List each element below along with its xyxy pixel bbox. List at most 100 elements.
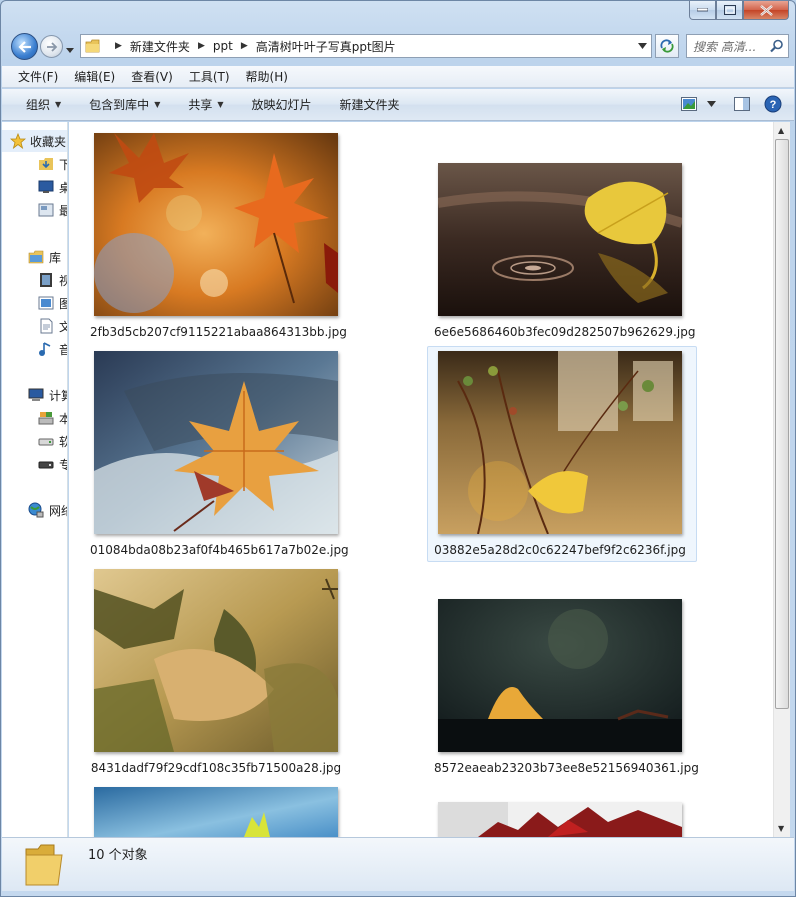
maximize-icon [723, 5, 736, 15]
menu-tools[interactable]: 工具(T) [181, 68, 238, 85]
share-label: 共享 [188, 98, 213, 112]
videos-icon [40, 273, 52, 287]
nav-desktop-label: 桌面 [59, 179, 67, 196]
thumbnail-red-maple [438, 802, 682, 837]
thumbnail-dark-leaf [438, 599, 682, 752]
back-button[interactable] [11, 33, 38, 60]
chevron-down-icon: ▼ [55, 100, 62, 109]
minimize-button[interactable] [689, 1, 716, 20]
star-icon [10, 133, 26, 149]
thumbnail-maple-on-rock [94, 351, 338, 534]
close-icon [759, 4, 773, 16]
share-button[interactable]: 共享 ▼ [174, 96, 237, 113]
search-input[interactable]: 搜索 高清... [686, 34, 789, 58]
menu-view[interactable]: 查看(V) [123, 68, 181, 85]
navigation-pane: 收藏夹 下载 桌面 最近访问的位置 库 视频 图片 文档 [2, 122, 68, 837]
scroll-up-arrow-icon[interactable]: ▲ [778, 126, 784, 135]
system-drive-icon [38, 412, 54, 425]
caption-buttons [689, 1, 789, 20]
forward-button[interactable] [40, 35, 63, 58]
include-in-library-button[interactable]: 包含到库中 ▼ [75, 96, 174, 113]
menu-file[interactable]: 文件(F) [10, 68, 66, 85]
file-list: 2fb3d5cb207cf9115221abaa864313bb.jpg 6e6… [69, 122, 773, 837]
explorer-window: ▶ 新建文件夹 ▶ ppt ▶ 高清树叶叶子写真ppt图片 搜索 高清... 文… [0, 0, 796, 897]
thumbnail-ginkgo-branch [438, 351, 682, 534]
nav-videos[interactable]: 视频 [38, 269, 67, 291]
thumbnail-dry-leaves [94, 569, 338, 752]
organize-button[interactable]: 组织 ▼ [12, 96, 75, 113]
chevron-down-icon [66, 48, 74, 53]
nav-computer-label: 计算机 [49, 388, 67, 403]
arrow-right-icon [46, 41, 57, 52]
nav-favorites[interactable]: 收藏夹 [2, 130, 67, 152]
drive-icon [38, 438, 54, 446]
menu-edit[interactable]: 编辑(E) [66, 68, 123, 85]
drive-icon [38, 461, 54, 469]
nav-recent[interactable]: 最近访问的位置 [38, 199, 67, 221]
view-dropdown-icon[interactable] [707, 101, 716, 107]
nav-documents-label: 文档 [59, 318, 67, 335]
address-bar[interactable]: ▶ 新建文件夹 ▶ ppt ▶ 高清树叶叶子写真ppt图片 [80, 34, 652, 58]
nav-libraries-label: 库 [49, 250, 62, 265]
search-icon[interactable] [770, 39, 784, 53]
file-name: 03882e5a28d2c0c62247bef9f2c6236f.jpg [434, 543, 686, 557]
breadcrumb-item[interactable]: ppt [213, 39, 233, 53]
scrollbar-thumb[interactable] [775, 139, 789, 709]
desktop-icon [38, 180, 54, 193]
vertical-scrollbar[interactable]: ▲ ▼ [773, 122, 790, 837]
breadcrumb-separator: ▶ [240, 41, 248, 51]
close-button[interactable] [743, 1, 789, 20]
nav-recent-label: 最近访问的位置 [59, 202, 67, 219]
help-icon[interactable]: ? [764, 95, 782, 113]
folder-icon [25, 844, 63, 886]
address-row: ▶ 新建文件夹 ▶ ppt ▶ 高清树叶叶子写真ppt图片 搜索 高清... [9, 33, 789, 60]
breadcrumb-item[interactable]: 高清树叶叶子写真ppt图片 [256, 38, 396, 55]
recent-places-icon [38, 203, 54, 217]
new-folder-button[interactable]: 新建文件夹 [326, 96, 414, 113]
file-name: 2fb3d5cb207cf9115221abaa864313bb.jpg [90, 325, 347, 339]
slideshow-button[interactable]: 放映幻灯片 [238, 96, 326, 113]
change-view-icon[interactable] [681, 97, 697, 111]
nav-music-label: 音乐 [59, 341, 67, 358]
nav-software-drive[interactable]: 软件 [38, 430, 67, 452]
search-placeholder: 搜索 高清... [693, 39, 757, 54]
library-icon [28, 250, 44, 264]
thumbnail-yellow-leaf-water [438, 163, 682, 316]
nav-downloads-label: 下载 [59, 156, 67, 173]
nav-desktop[interactable]: 桌面 [38, 176, 67, 198]
pictures-icon [38, 296, 54, 310]
nav-special-drive[interactable]: 专用 [38, 453, 67, 475]
preview-pane-icon[interactable] [734, 97, 750, 111]
folder-icon [85, 39, 100, 53]
menu-help[interactable]: 帮助(H) [238, 68, 296, 85]
refresh-button[interactable] [655, 34, 679, 58]
menu-bar: 文件(F) 编辑(E) 查看(V) 工具(T) 帮助(H) [2, 66, 794, 88]
nav-downloads[interactable]: 下载 [38, 153, 67, 175]
nav-music[interactable]: 音乐 [38, 338, 67, 360]
address-dropdown-icon[interactable] [638, 43, 647, 49]
chevron-down-icon: ▼ [217, 100, 224, 109]
nav-network-label: 网络 [49, 503, 67, 518]
nav-computer[interactable]: 计算机 [28, 384, 67, 406]
file-name: 6e6e5686460b3fec09d282507b962629.jpg [434, 325, 696, 339]
nav-network[interactable]: 网络 [28, 499, 67, 521]
nav-special-drive-label: 专用 [59, 456, 67, 473]
nav-videos-label: 视频 [59, 272, 67, 289]
scroll-down-arrow-icon[interactable]: ▼ [778, 824, 784, 833]
breadcrumb-separator: ▶ [115, 41, 122, 51]
breadcrumb-item[interactable]: 新建文件夹 [130, 38, 190, 55]
svg-text:?: ? [770, 99, 777, 111]
slideshow-label: 放映幻灯片 [251, 98, 312, 112]
network-icon [28, 502, 44, 518]
nav-libraries[interactable]: 库 [28, 246, 61, 268]
recent-pages-dropdown[interactable] [66, 42, 74, 56]
thumbnail-sky-leaf [94, 787, 338, 837]
thumbnail-maple-leaves [94, 133, 338, 316]
organize-label: 组织 [26, 98, 51, 112]
nav-local-disk[interactable]: 本地磁盘 [38, 407, 67, 429]
computer-icon [28, 388, 44, 401]
nav-pictures[interactable]: 图片 [38, 292, 67, 314]
nav-documents[interactable]: 文档 [38, 315, 67, 337]
nav-local-disk-label: 本地磁盘 [59, 410, 67, 427]
maximize-button[interactable] [716, 1, 743, 20]
